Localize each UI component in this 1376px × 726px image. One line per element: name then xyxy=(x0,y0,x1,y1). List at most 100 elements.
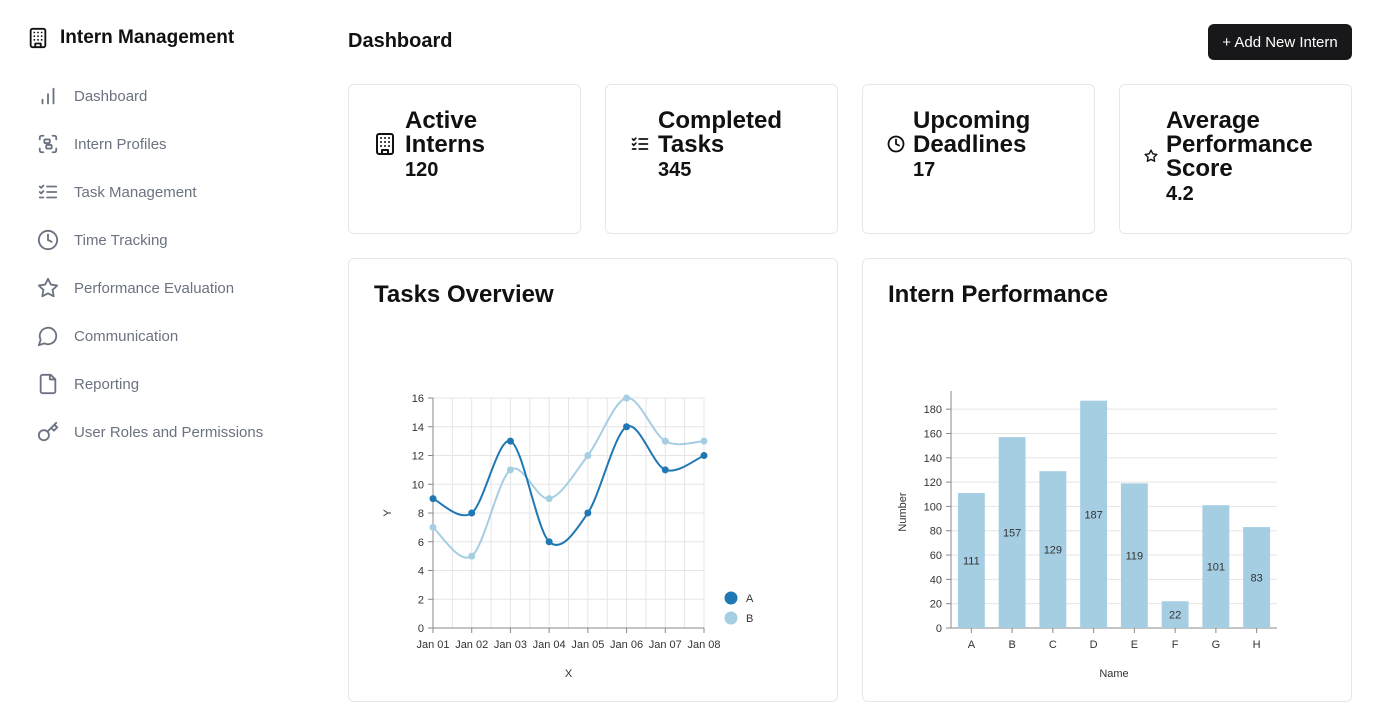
message-circle-icon xyxy=(36,324,60,348)
tasks-overview-card: Tasks Overview 0 2 4 6 8 10 12 14 16 Jan 01 Jan 02… xyxy=(348,258,838,702)
y-tick-label: 16 xyxy=(412,393,424,405)
x-tick-label: E xyxy=(1131,639,1138,651)
stat-label: Upcoming xyxy=(913,107,1031,134)
nav-item-performance-evaluation[interactable]: Performance Evaluation xyxy=(36,275,234,301)
stat-value: 17 xyxy=(913,159,936,181)
y-axis-label: Number xyxy=(897,492,909,531)
data-point xyxy=(429,523,437,531)
nav-label: User Roles and Permissions xyxy=(74,423,264,441)
add-new-intern-button[interactable]: + Add New Intern xyxy=(1208,24,1352,60)
nav-label: Task Management xyxy=(74,183,197,201)
scan-face-icon xyxy=(36,132,60,156)
bar-value-label: 157 xyxy=(1003,528,1021,540)
list-checks-icon xyxy=(630,134,650,159)
data-point xyxy=(584,509,592,517)
data-point xyxy=(506,437,514,445)
y-tick-label: 120 xyxy=(924,477,942,489)
stat-label: Deadlines xyxy=(913,131,1027,158)
bar-value-label: 111 xyxy=(963,556,980,568)
stat-card-completed-tasks: Completed Tasks 345 xyxy=(605,84,838,234)
nav-label: Performance Evaluation xyxy=(74,279,235,297)
app-title: Intern Management xyxy=(60,27,235,48)
data-point xyxy=(545,538,553,546)
x-tick-label: H xyxy=(1253,639,1261,651)
y-tick-label: 4 xyxy=(418,566,424,578)
y-axis-label: Y xyxy=(382,509,394,517)
y-tick-label: 8 xyxy=(418,508,424,520)
star-icon xyxy=(36,276,60,300)
intern-performance-card: Intern Performance 0 20 40 60 80 100 120 140 160… xyxy=(862,258,1352,702)
nav-item-intern-profiles[interactable]: Intern Profiles xyxy=(36,131,167,157)
y-tick-label: 10 xyxy=(412,479,424,491)
list-checks-icon xyxy=(36,180,60,204)
nav-label: Intern Profiles xyxy=(74,135,167,153)
y-tick-label: 140 xyxy=(924,453,942,465)
x-tick-label: Jan 06 xyxy=(610,639,643,651)
stat-value: 345 xyxy=(658,159,692,181)
bar-chart-icon xyxy=(36,84,60,108)
x-tick-label: Jan 05 xyxy=(571,639,604,651)
legend-marker xyxy=(724,591,738,605)
nav-label: Dashboard xyxy=(74,87,148,105)
building-icon xyxy=(373,132,397,161)
y-tick-label: 160 xyxy=(924,428,942,440)
stat-card-active-interns: Active Interns 120 xyxy=(348,84,581,234)
x-tick-label: Jan 01 xyxy=(416,639,449,651)
x-tick-label: F xyxy=(1172,639,1179,651)
data-point xyxy=(623,394,631,402)
stat-card-upcoming-deadlines: Upcoming Deadlines 17 xyxy=(862,84,1095,234)
stat-label: Active xyxy=(405,107,478,134)
intern-performance-chart: 0 20 40 60 80 100 120 140 160 180 111 A 157 B 129 C 187 D… xyxy=(897,391,1277,680)
clock-icon xyxy=(36,228,60,252)
stat-label: Performance xyxy=(1166,131,1313,158)
y-tick-label: 80 xyxy=(930,526,942,538)
brand[interactable]: Intern Management xyxy=(26,26,234,50)
y-tick-label: 6 xyxy=(418,537,424,549)
nav-item-task-management[interactable]: Task Management xyxy=(36,179,197,205)
x-axis-label: X xyxy=(565,668,573,680)
bar-value-label: 187 xyxy=(1084,509,1102,521)
x-tick-label: Jan 02 xyxy=(455,639,488,651)
x-tick-label: G xyxy=(1212,639,1221,651)
y-tick-label: 100 xyxy=(924,501,942,513)
stat-label: Score xyxy=(1166,155,1233,182)
nav-item-reporting[interactable]: Reporting xyxy=(36,371,139,397)
nav-label: Reporting xyxy=(74,375,140,393)
stat-card-average-performance: Average Performance Score 4.2 xyxy=(1119,84,1352,234)
legend-marker xyxy=(724,611,738,625)
nav-item-dashboard[interactable]: Dashboard xyxy=(36,83,147,109)
building-icon xyxy=(26,26,50,50)
data-point xyxy=(506,466,514,474)
nav-item-communication[interactable]: Communication xyxy=(36,323,178,349)
bar-value-label: 83 xyxy=(1251,573,1263,585)
data-point xyxy=(468,509,476,517)
nav-item-time-tracking[interactable]: Time Tracking xyxy=(36,227,168,253)
nav-label: Time Tracking xyxy=(74,231,168,249)
key-icon xyxy=(36,420,60,444)
y-tick-label: 60 xyxy=(930,550,942,562)
nav-item-user-roles[interactable]: User Roles and Permissions xyxy=(36,419,263,445)
x-tick-label: Jan 04 xyxy=(533,639,566,651)
x-tick-label: A xyxy=(968,639,976,651)
y-tick-label: 0 xyxy=(418,623,424,635)
file-icon xyxy=(36,372,60,396)
sidebar: Intern Management Dashboard Intern Profi… xyxy=(0,0,300,726)
stat-label: Completed xyxy=(658,107,783,134)
clock-icon xyxy=(887,135,905,158)
stat-label: Tasks xyxy=(658,131,725,158)
data-point xyxy=(584,452,592,459)
tasks-overview-chart: 0 2 4 6 8 10 12 14 16 Jan 01 Jan 02 Jan 03 Jan 04 Jan… xyxy=(382,393,754,680)
bar-value-label: 22 xyxy=(1169,610,1181,622)
bar-value-label: 101 xyxy=(1207,562,1225,574)
y-tick-label: 0 xyxy=(936,623,942,635)
x-tick-label: Jan 07 xyxy=(649,639,682,651)
y-tick-label: 2 xyxy=(418,594,424,606)
bar-value-label: 129 xyxy=(1044,545,1062,557)
data-point xyxy=(545,495,553,503)
stat-value: 120 xyxy=(405,159,439,181)
data-point xyxy=(429,495,437,503)
y-tick-label: 20 xyxy=(930,599,942,611)
data-point xyxy=(468,552,476,560)
page-title: Dashboard xyxy=(348,30,453,52)
x-tick-label: C xyxy=(1049,639,1057,651)
